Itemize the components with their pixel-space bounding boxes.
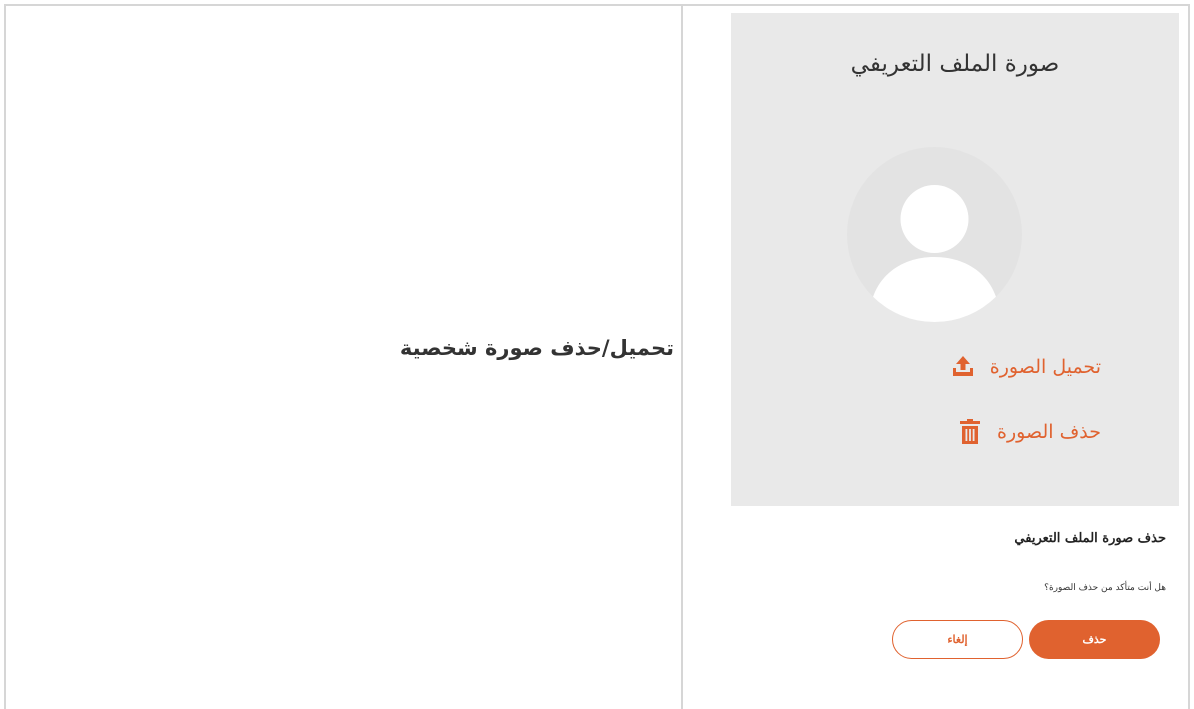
panel-title: صورة الملف التعريفي [850,51,1060,77]
trash-icon [957,418,983,446]
upload-photo-button[interactable]: تحميل الصورة [950,353,1101,381]
column-divider [681,4,683,709]
avatar [847,147,1022,322]
feature-caption: تحميل/حذف صورة شخصية [399,336,674,360]
confirm-dialog-message: هل أنت متأكد من حذف الصورة؟ [1044,583,1166,593]
confirm-dialog-title: حذف صورة الملف التعريفي [1014,531,1166,546]
delete-photo-button[interactable]: حذف الصورة [957,418,1101,446]
profile-picture-panel: صورة الملف التعريفي تحميل الصورة حذف الص… [731,13,1179,506]
cancel-button[interactable]: إلغاء [892,620,1023,659]
confirm-delete-button[interactable]: حذف [1029,620,1160,659]
delete-photo-label: حذف الصورة [997,421,1101,443]
upload-photo-label: تحميل الصورة [989,356,1101,378]
default-user-silhouette-icon [869,185,1000,322]
upload-icon [950,353,976,381]
